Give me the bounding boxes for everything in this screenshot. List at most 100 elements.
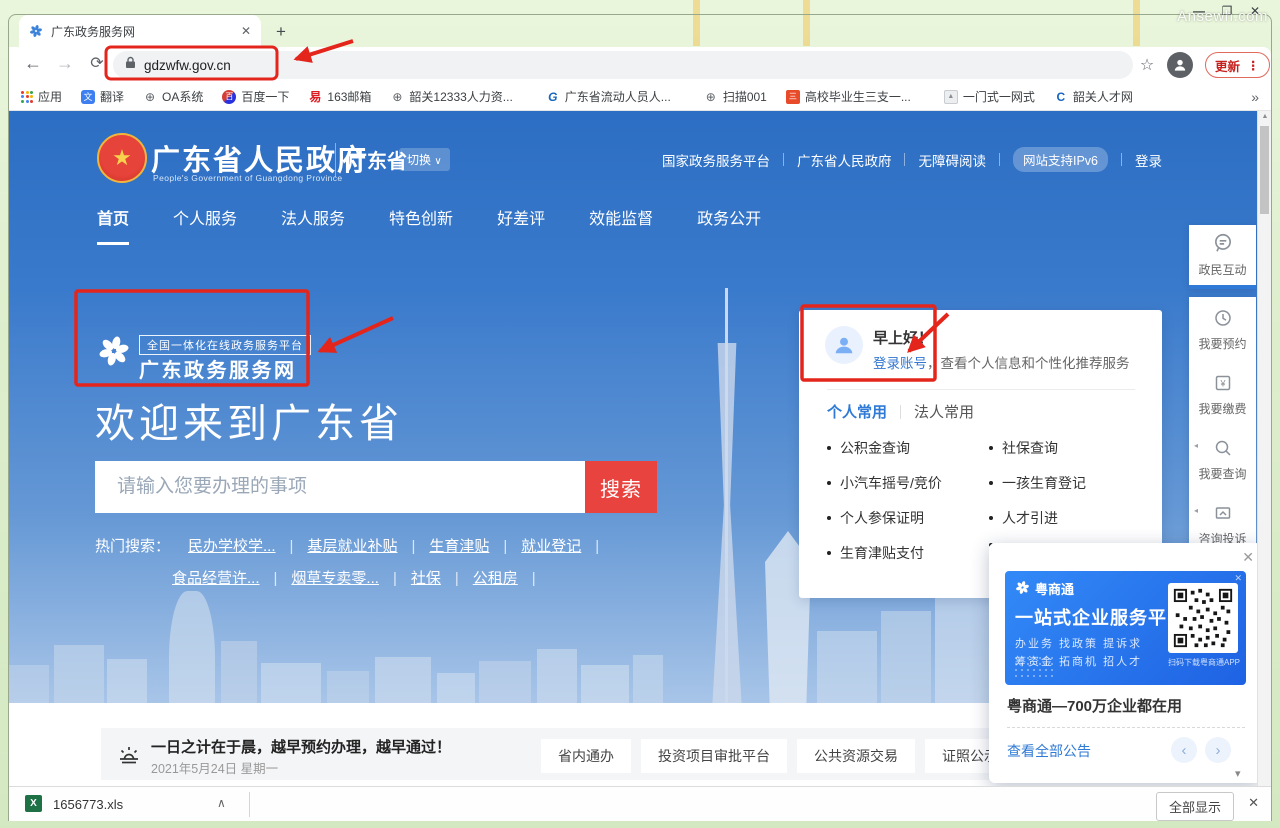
tab-close-icon[interactable]: ✕ xyxy=(241,24,251,38)
bookmark-label: 翻译 xyxy=(100,88,124,105)
search-box: 搜索 xyxy=(95,461,657,513)
hot-link[interactable]: 食品经营许... xyxy=(172,567,277,588)
bookmark-12333[interactable]: ⊕ 韶关12333人力资... xyxy=(390,88,512,105)
update-label: 更新 xyxy=(1215,56,1240,75)
link-gd-gov[interactable]: 广东省人民政府 xyxy=(797,150,892,170)
portal-pinwheel-icon xyxy=(97,333,131,369)
window-minimize-icon[interactable]: — xyxy=(1192,4,1206,18)
collapse-down-icon[interactable]: ▾ xyxy=(1235,767,1241,780)
bookmark-label: 韶关人才网 xyxy=(1073,88,1133,105)
side-item-query[interactable]: ◂ 我要查询 xyxy=(1189,427,1256,492)
carousel-next-icon[interactable]: › xyxy=(1205,737,1231,763)
globe-icon: ⊕ xyxy=(390,90,404,104)
tab-personal-common[interactable]: 个人常用 xyxy=(827,401,887,422)
bookmark-liudong[interactable]: G 广东省流动人员人... xyxy=(546,88,671,105)
download-bar-close-icon[interactable]: ✕ xyxy=(1248,795,1259,811)
side-item-appointment[interactable]: 我要预约 xyxy=(1189,297,1256,362)
side-item-payment[interactable]: ¥ 我要缴费 xyxy=(1189,362,1256,427)
card-tabs: 个人常用 法人常用 xyxy=(827,401,974,422)
header-login-link[interactable]: 登录 xyxy=(1135,150,1162,170)
welcome-heading: 欢迎来到广东省 xyxy=(95,391,403,449)
divider xyxy=(999,153,1000,166)
nav-legal[interactable]: 法人服务 xyxy=(281,205,345,245)
service-link[interactable]: 生育津贴支付 xyxy=(827,543,924,563)
hot-link[interactable]: 公租房 xyxy=(473,567,536,588)
quick-link[interactable]: 公共资源交易 xyxy=(797,739,915,773)
search-input[interactable] xyxy=(95,461,583,513)
show-all-downloads-button[interactable]: 全部显示 xyxy=(1156,792,1234,821)
bookmark-label: 广东省流动人员人... xyxy=(565,88,671,105)
download-filename[interactable]: 1656773.xls xyxy=(53,797,123,812)
bookmark-rencai[interactable]: C 韶关人才网 xyxy=(1054,88,1133,105)
divider xyxy=(1007,727,1245,728)
nav-rating[interactable]: 好差评 xyxy=(497,205,545,245)
bookmark-163mail[interactable]: 易 163邮箱 xyxy=(308,88,371,105)
yueshangtong-banner[interactable]: ✕ 粤商通 一站式企业服务 xyxy=(1005,571,1246,685)
globe-icon: ⊕ xyxy=(143,90,157,104)
scrollbar-thumb[interactable] xyxy=(1260,126,1269,214)
link-accessibility[interactable]: 无障碍阅读 xyxy=(918,150,986,170)
bookmark-translate[interactable]: 文 翻译 xyxy=(81,88,124,105)
service-link[interactable]: 小汽车摇号/竞价 xyxy=(827,473,942,493)
view-all-notices-link[interactable]: 查看全部公告 xyxy=(1007,741,1091,761)
bookmark-sanzhi[interactable]: 三 高校毕业生三支一... xyxy=(786,88,911,105)
nav-personal[interactable]: 个人服务 xyxy=(173,205,237,245)
nav-featured[interactable]: 特色创新 xyxy=(389,205,453,245)
nav-home[interactable]: 首页 xyxy=(97,205,129,245)
service-link[interactable]: 社保查询 xyxy=(989,438,1058,458)
bookmarks-overflow-icon[interactable]: » xyxy=(1251,89,1259,105)
nav-supervision[interactable]: 效能监督 xyxy=(589,205,653,245)
page-scrollbar[interactable]: ▲ xyxy=(1257,111,1271,786)
bookmark-star-icon[interactable]: ☆ xyxy=(1135,55,1159,75)
bookmark-label: 163邮箱 xyxy=(327,88,371,105)
hot-link[interactable]: 基层就业补贴 xyxy=(307,535,415,556)
carousel-prev-icon[interactable]: ‹ xyxy=(1171,737,1197,763)
service-link[interactable]: 一孩生育登记 xyxy=(989,473,1086,493)
scrollbar-up-icon[interactable]: ▲ xyxy=(1258,113,1271,120)
address-bar[interactable]: gdzwfw.gov.cn xyxy=(113,51,1133,79)
forward-icon[interactable]: → xyxy=(53,53,77,74)
hot-link[interactable]: 社保 xyxy=(411,567,459,588)
caret-down-icon: ∨ xyxy=(434,156,441,167)
bookmark-baidu[interactable]: 百 百度一下 xyxy=(222,88,289,105)
quick-link[interactable]: 投资项目审批平台 xyxy=(641,739,787,773)
menu-dots-icon[interactable]: ⋮ xyxy=(1247,58,1260,73)
side-item-interaction[interactable]: 政民互动 xyxy=(1189,225,1256,285)
bookmark-label: 百度一下 xyxy=(241,88,289,105)
service-link[interactable]: 人才引进 xyxy=(989,508,1058,528)
link-national-platform[interactable]: 国家政务服务平台 xyxy=(662,150,770,170)
new-tab-button[interactable]: + xyxy=(269,20,293,44)
greeting-text: 早上好！ xyxy=(873,327,933,348)
service-link[interactable]: 个人参保证明 xyxy=(827,508,924,528)
hot-search-row1: 热门搜索： 民办学校学... 基层就业补贴 生育津贴 就业登记 xyxy=(95,535,613,556)
nav-disclosure[interactable]: 政务公开 xyxy=(697,205,761,245)
window-maximize-icon[interactable]: ❐ xyxy=(1220,4,1234,18)
popup-close-icon[interactable]: ✕ xyxy=(1242,549,1254,566)
window-close-icon[interactable]: ✕ xyxy=(1248,4,1262,18)
hot-link[interactable]: 烟草专卖零... xyxy=(291,567,396,588)
hot-link[interactable]: 就业登记 xyxy=(521,535,599,556)
lock-icon xyxy=(125,56,136,74)
bookmark-oa[interactable]: ⊕ OA系统 xyxy=(143,88,203,105)
bookmark-yimenshi[interactable]: ▲ 一门式一网式 xyxy=(944,88,1035,105)
profile-avatar-icon[interactable] xyxy=(1167,52,1193,78)
quick-link[interactable]: 省内通办 xyxy=(541,739,631,773)
bookmark-apps[interactable]: 应用 xyxy=(21,88,62,105)
hot-link[interactable]: 生育津贴 xyxy=(429,535,507,556)
tab-legal-common[interactable]: 法人常用 xyxy=(914,401,974,422)
browser-tab[interactable]: 广东政务服务网 ✕ xyxy=(19,15,261,47)
excel-file-icon: X xyxy=(25,795,42,812)
hot-link[interactable]: 民办学校学... xyxy=(188,535,293,556)
download-chevron-icon[interactable]: ∧ xyxy=(217,796,226,810)
search-button[interactable]: 搜索 xyxy=(585,461,657,513)
chrome-update-button[interactable]: 更新 ⋮ xyxy=(1205,52,1270,78)
c-site-icon: C xyxy=(1054,90,1068,104)
login-account-link[interactable]: 登录账号 xyxy=(873,356,927,371)
service-link[interactable]: 公积金查询 xyxy=(827,438,910,458)
baidu-icon: 百 xyxy=(222,90,236,104)
reload-icon[interactable]: ⟳ xyxy=(85,53,109,73)
bookmark-scan001[interactable]: ⊕ 扫描001 xyxy=(704,88,767,105)
divider xyxy=(249,792,250,817)
region-switch-button[interactable]: 切换 ∨ xyxy=(399,148,450,171)
back-icon[interactable]: ← xyxy=(21,53,45,74)
